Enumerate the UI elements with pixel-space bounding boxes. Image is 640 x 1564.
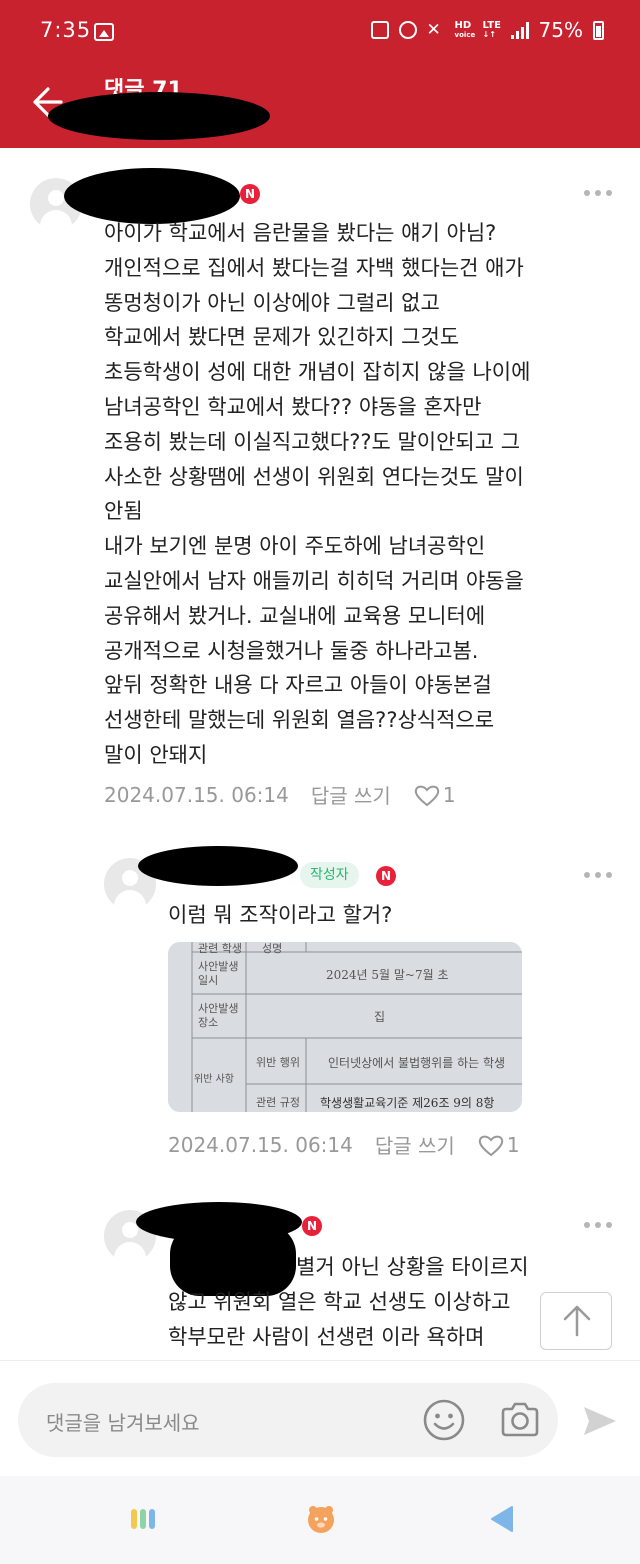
comment-date: 2024.07.15. 06:14 bbox=[168, 1132, 353, 1157]
heart-outline-icon bbox=[478, 1135, 504, 1156]
comment-input-bar: 댓글을 남겨보세요 bbox=[0, 1360, 640, 1476]
more-options-icon[interactable] bbox=[584, 190, 612, 198]
camera-icon[interactable] bbox=[498, 1398, 542, 1442]
battery-icon bbox=[593, 20, 604, 40]
new-badge: N bbox=[376, 866, 396, 886]
comment-date: 2024.07.15. 06:14 bbox=[104, 782, 289, 807]
comment-meta: 2024.07.15. 06:14 답글 쓰기 1 bbox=[168, 1130, 520, 1159]
photo-cell-value: 집 bbox=[374, 1010, 386, 1024]
system-navigation-bar bbox=[0, 1476, 640, 1564]
hd-voice-icon: HD voice bbox=[454, 20, 476, 40]
photo-cell-label: 위반 행위 bbox=[256, 1056, 300, 1069]
new-badge: N bbox=[302, 1216, 322, 1236]
photo-cell-label: 사안발생 장소 bbox=[198, 1002, 239, 1029]
send-icon[interactable] bbox=[580, 1401, 620, 1441]
home-icon[interactable] bbox=[304, 1504, 338, 1534]
comment-input-placeholder: 댓글을 남겨보세요 bbox=[46, 1411, 200, 1435]
app-header: 7:35 ✕ HD voice LTE ↓↑ 75% 댓글 71 bbox=[0, 0, 640, 148]
comment-meta: 2024.07.15. 06:14 답글 쓰기 1 bbox=[104, 780, 456, 809]
gallery-notification-icon bbox=[94, 23, 114, 41]
comment-text: 아이가 학교에서 음란물을 봤다는 얘기 아님? 개인적으로 집에서 봤다는걸 … bbox=[104, 221, 531, 767]
lte-icon: LTE ↓↑ bbox=[482, 20, 501, 40]
attached-photo[interactable]: 관련 학생 성명 사안발생 일시 2024년 5월 말~7월 초 사안발생 장소… bbox=[168, 942, 522, 1112]
more-options-icon[interactable] bbox=[584, 1222, 612, 1230]
status-bar: 7:35 ✕ HD voice LTE ↓↑ 75% bbox=[0, 14, 640, 54]
status-time: 7:35 bbox=[40, 18, 92, 42]
alarm-icon bbox=[398, 21, 417, 39]
photo-cell-label: 관련 학생 bbox=[198, 942, 242, 955]
redaction-mark bbox=[48, 92, 270, 140]
photo-cell-label: 관련 규정 bbox=[256, 1096, 300, 1109]
comment-input[interactable]: 댓글을 남겨보세요 bbox=[18, 1383, 558, 1457]
more-options-icon[interactable] bbox=[584, 872, 612, 880]
recent-apps-icon[interactable] bbox=[128, 1504, 162, 1534]
reply-button[interactable]: 답글 쓰기 bbox=[375, 1130, 455, 1159]
like-button[interactable]: 1 bbox=[413, 783, 456, 807]
mute-icon: ✕ bbox=[426, 20, 441, 40]
photo-cell-value: 성명 bbox=[262, 942, 283, 955]
photo-cell-label: 사안발생 일시 bbox=[198, 960, 239, 987]
smiley-icon[interactable] bbox=[422, 1398, 466, 1442]
heart-outline-icon bbox=[414, 785, 440, 806]
signal-icon bbox=[510, 21, 529, 39]
like-button[interactable]: 1 bbox=[477, 1133, 520, 1157]
hd-label: HD bbox=[454, 20, 472, 31]
comment-item: N 아이가 학교에서 음란물을 봤다는 얘기 아님? 개인적으로 집에서 봤다는… bbox=[0, 148, 640, 828]
reply-button[interactable]: 답글 쓰기 bbox=[311, 780, 391, 809]
status-icons: ✕ HD voice LTE ↓↑ 75% bbox=[370, 18, 604, 42]
redaction-mark bbox=[138, 846, 298, 886]
arrow-up-icon bbox=[563, 1305, 591, 1337]
new-badge: N bbox=[240, 184, 260, 204]
back-nav-icon[interactable] bbox=[488, 1504, 522, 1534]
photo-cell-value: 학생생활교육기준 제26조 9의 8항 bbox=[320, 1096, 495, 1110]
like-count: 1 bbox=[506, 1132, 520, 1157]
voice-label: voice bbox=[454, 31, 476, 39]
photo-cell-value: 2024년 5월 말~7월 초 bbox=[326, 968, 449, 982]
scroll-top-button[interactable] bbox=[540, 1292, 612, 1350]
like-count: 1 bbox=[442, 782, 456, 807]
battery-percent: 75% bbox=[538, 18, 583, 42]
photo-cell-label: 위반 사항 bbox=[194, 1074, 234, 1085]
battery-saver-icon bbox=[370, 21, 389, 39]
author-tag: 작성자 bbox=[300, 862, 359, 888]
photo-cell-value: 인터넷상에서 불법행위를 하는 학생 bbox=[328, 1056, 506, 1070]
comment-text: 이럼 뭐 조작이라고 할거? bbox=[168, 903, 393, 927]
